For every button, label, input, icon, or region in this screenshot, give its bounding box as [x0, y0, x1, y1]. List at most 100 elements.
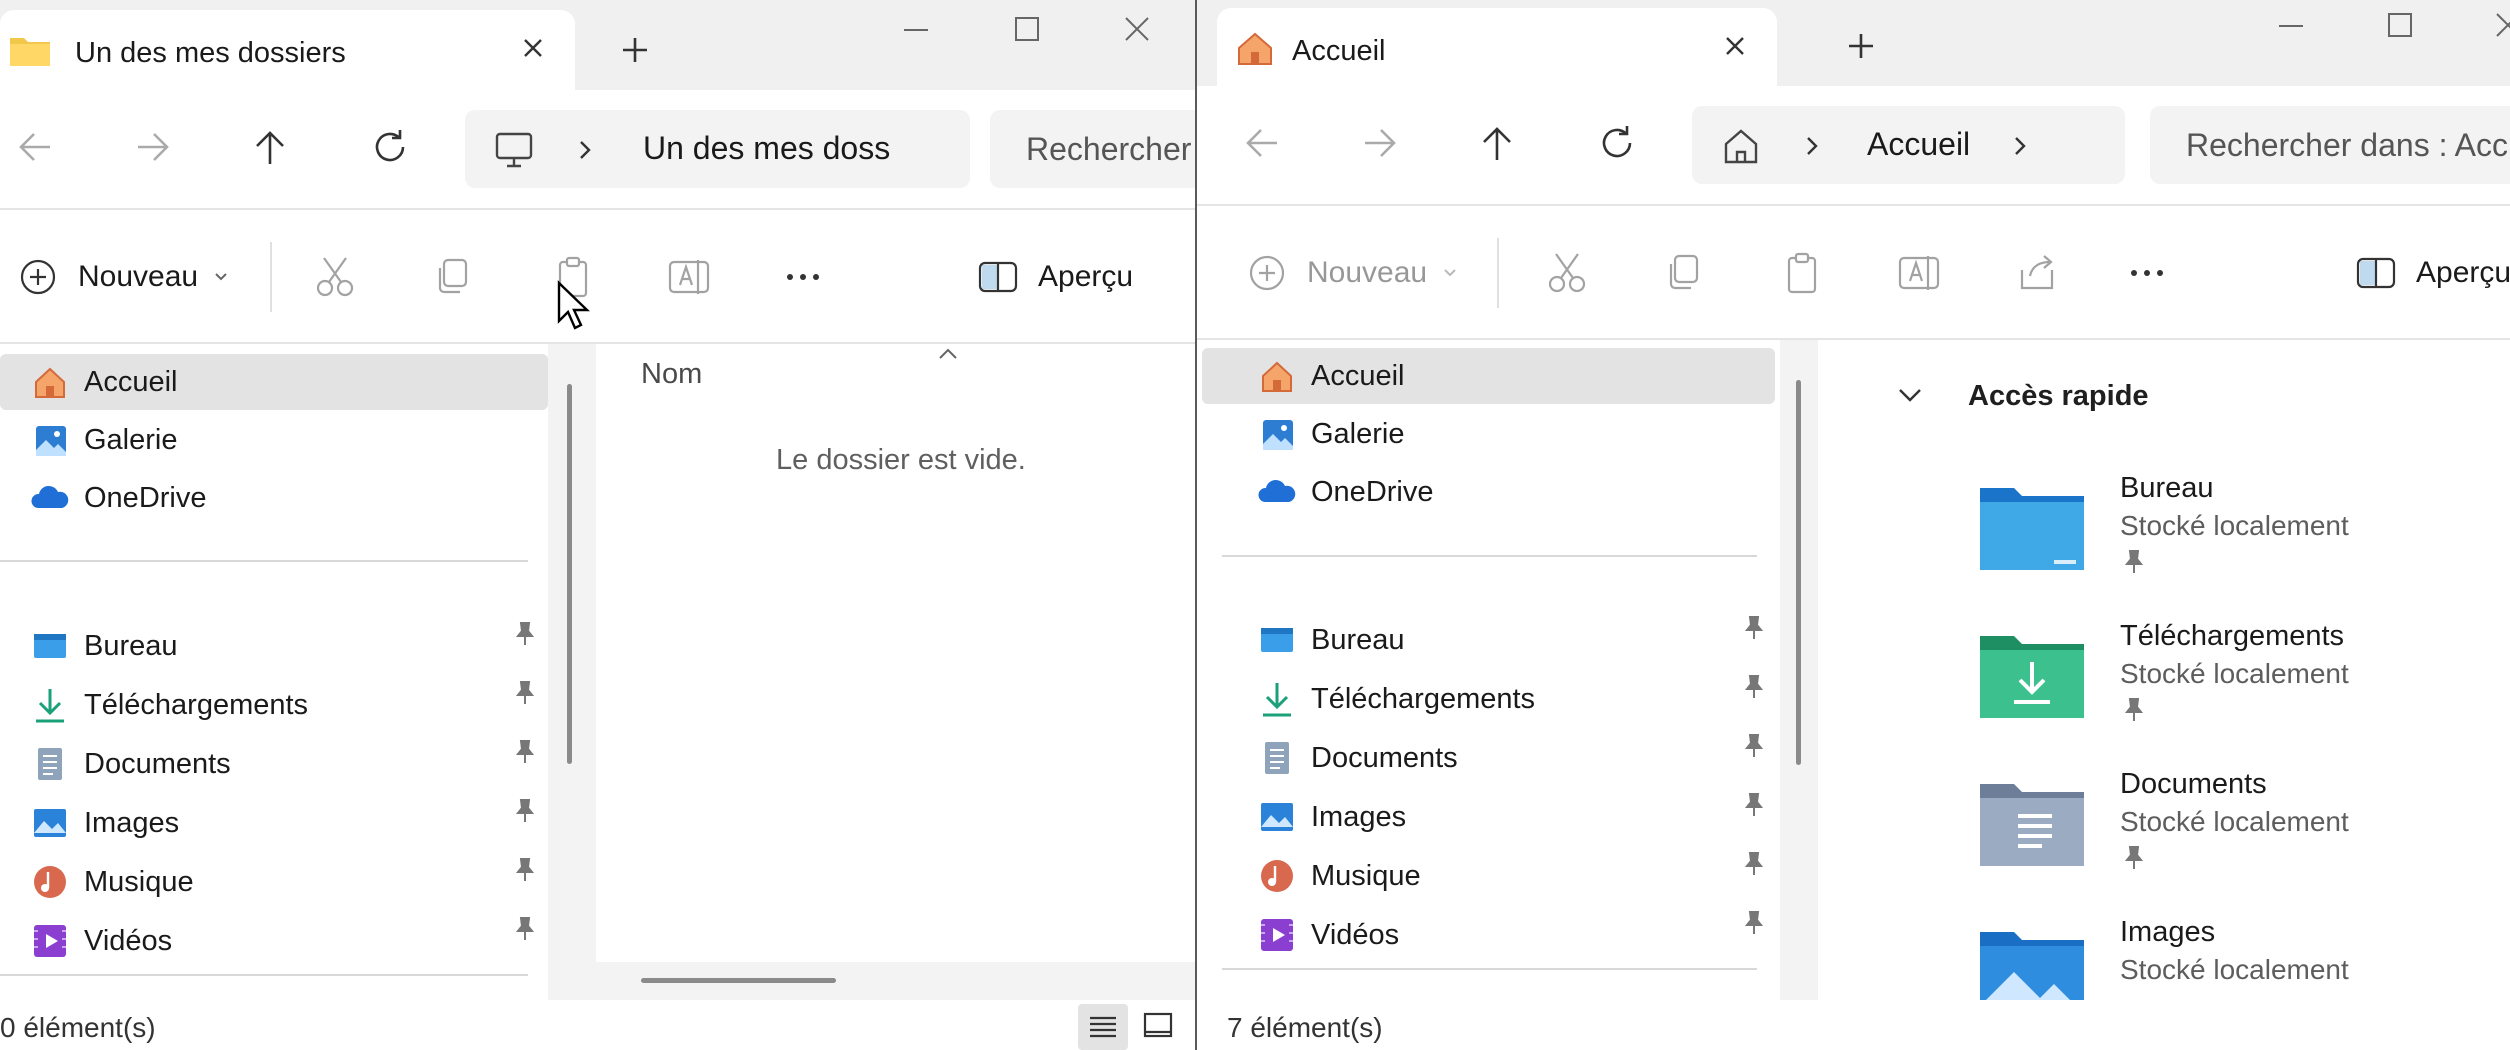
- nav-label: OneDrive: [1311, 475, 1434, 508]
- new-tab-icon[interactable]: [615, 30, 655, 70]
- more-options-icon[interactable]: [2122, 248, 2172, 298]
- chevron-right-icon[interactable]: [2010, 132, 2030, 160]
- pin-icon[interactable]: [1740, 614, 1768, 642]
- collapse-chevron-icon[interactable]: [1894, 382, 1926, 408]
- share-icon[interactable]: [2012, 248, 2062, 298]
- paste-icon[interactable]: [1777, 248, 1827, 298]
- maximize-icon[interactable]: [2375, 6, 2423, 46]
- nav-item-images[interactable]: Images: [1257, 789, 1406, 845]
- documents-folder-icon: [1980, 784, 2084, 866]
- cut-icon[interactable]: [310, 252, 360, 302]
- address-bar[interactable]: Un des mes doss: [465, 110, 970, 188]
- back-icon[interactable]: [10, 122, 60, 172]
- breadcrumb[interactable]: Accueil: [1867, 126, 1970, 163]
- cut-icon[interactable]: [1542, 248, 1592, 298]
- pin-icon[interactable]: [511, 738, 539, 766]
- rename-icon[interactable]: [1894, 248, 1944, 298]
- copy-icon[interactable]: [1659, 248, 1709, 298]
- pin-icon[interactable]: [1740, 732, 1768, 760]
- nav-label: Téléchargements: [84, 688, 309, 721]
- quick-access-header[interactable]: Accès rapide: [1968, 380, 2149, 413]
- pin-icon[interactable]: [1740, 673, 1768, 701]
- nav-item-accueil[interactable]: Accueil: [0, 354, 548, 410]
- nav-item-bureau[interactable]: Bureau: [1257, 612, 1405, 668]
- nav-divider: [0, 974, 528, 976]
- quick-access-item-bureau[interactable]: Bureau Stocké localement: [1978, 472, 2510, 620]
- more-options-icon[interactable]: [778, 252, 828, 302]
- nav-item-galerie[interactable]: Galerie: [30, 412, 178, 468]
- nav-divider: [0, 560, 528, 562]
- address-bar[interactable]: Accueil: [1692, 106, 2125, 184]
- breadcrumb[interactable]: Un des mes doss: [643, 130, 890, 167]
- nav-item-documents[interactable]: Documents: [30, 736, 231, 792]
- nav-item-onedrive[interactable]: OneDrive: [1257, 464, 1434, 520]
- navigation-bar: Un des mes doss Rechercher: [0, 90, 1195, 208]
- nav-label: Accueil: [1311, 359, 1405, 392]
- chevron-down-icon: [215, 273, 227, 281]
- refresh-icon[interactable]: [1592, 118, 1642, 168]
- nav-scrollbar-thumb[interactable]: [567, 384, 572, 764]
- pin-icon[interactable]: [511, 797, 539, 825]
- pin-icon[interactable]: [511, 856, 539, 884]
- close-window-icon[interactable]: [2483, 6, 2510, 46]
- nav-item-bureau[interactable]: Bureau: [30, 618, 178, 674]
- title-bar: Un des mes dossiers: [0, 0, 1195, 90]
- chevron-right-icon[interactable]: [575, 136, 595, 164]
- pin-icon[interactable]: [511, 620, 539, 648]
- new-tab-icon[interactable]: [1841, 26, 1881, 66]
- up-icon[interactable]: [245, 122, 295, 172]
- pin-icon: [2124, 846, 2144, 869]
- item-count: 7 élément(s): [1227, 1012, 1383, 1043]
- search-input[interactable]: Rechercher: [990, 110, 1195, 188]
- new-button[interactable]: Nouveau: [1247, 248, 1459, 298]
- new-button[interactable]: Nouveau: [18, 252, 230, 302]
- pin-icon[interactable]: [511, 679, 539, 707]
- close-window-icon[interactable]: [1112, 10, 1160, 50]
- sort-ascending-icon[interactable]: [936, 344, 960, 362]
- close-tab-icon[interactable]: [517, 32, 549, 64]
- chevron-right-icon[interactable]: [1802, 132, 1822, 160]
- forward-icon[interactable]: [1355, 118, 1405, 168]
- nav-item-onedrive[interactable]: OneDrive: [30, 470, 207, 526]
- details-view-icon: [1090, 1016, 1116, 1038]
- pin-icon[interactable]: [1740, 791, 1768, 819]
- preview-pane-icon: [978, 261, 1018, 293]
- refresh-icon[interactable]: [365, 122, 415, 172]
- item-location: Stocké localement: [2120, 954, 2349, 985]
- forward-icon[interactable]: [128, 122, 178, 172]
- nav-item-telechargements[interactable]: Téléchargements: [1257, 671, 1535, 727]
- nav-item-telechargements[interactable]: Téléchargements: [30, 677, 308, 733]
- preview-button[interactable]: Aperçu: [2354, 248, 2510, 298]
- back-icon[interactable]: [1237, 118, 1287, 168]
- nav-item-galerie[interactable]: Galerie: [1257, 406, 1405, 462]
- nav-item-accueil[interactable]: Accueil: [1202, 348, 1775, 404]
- search-input[interactable]: Rechercher dans : Acc: [2150, 106, 2510, 184]
- horizontal-scrollbar[interactable]: [641, 978, 836, 983]
- pin-icon[interactable]: [1740, 909, 1768, 937]
- details-view-button[interactable]: [1078, 1004, 1128, 1050]
- pin-icon[interactable]: [1740, 850, 1768, 878]
- minimize-icon[interactable]: [2267, 6, 2315, 46]
- nav-item-videos[interactable]: Vidéos: [30, 913, 172, 969]
- quick-access-item-telechargements[interactable]: Téléchargements Stocké localement: [1978, 620, 2510, 768]
- rename-icon[interactable]: [664, 252, 714, 302]
- copy-icon[interactable]: [428, 252, 478, 302]
- tiles-view-icon[interactable]: [1142, 1010, 1174, 1042]
- up-icon[interactable]: [1472, 118, 1522, 168]
- minimize-icon[interactable]: [892, 10, 940, 50]
- nav-item-documents[interactable]: Documents: [1257, 730, 1458, 786]
- column-header-name[interactable]: Nom: [641, 358, 702, 391]
- nav-item-images[interactable]: Images: [30, 795, 179, 851]
- nav-item-musique[interactable]: Musique: [1257, 848, 1421, 904]
- tab-accueil[interactable]: Accueil: [1217, 8, 1777, 86]
- maximize-icon[interactable]: [1002, 10, 1050, 50]
- quick-access-item-documents[interactable]: Documents Stocké localement: [1978, 768, 2510, 916]
- tab-un-des-mes-dossiers[interactable]: Un des mes dossiers: [0, 10, 575, 90]
- nav-scrollbar-thumb[interactable]: [1796, 380, 1801, 765]
- close-tab-icon[interactable]: [1719, 30, 1751, 62]
- nav-item-musique[interactable]: Musique: [30, 854, 194, 910]
- pin-icon[interactable]: [511, 915, 539, 943]
- quick-access-item-images[interactable]: Images Stocké localement: [1978, 916, 2510, 1000]
- nav-item-videos[interactable]: Vidéos: [1257, 907, 1399, 963]
- preview-button[interactable]: Aperçu: [976, 252, 1133, 302]
